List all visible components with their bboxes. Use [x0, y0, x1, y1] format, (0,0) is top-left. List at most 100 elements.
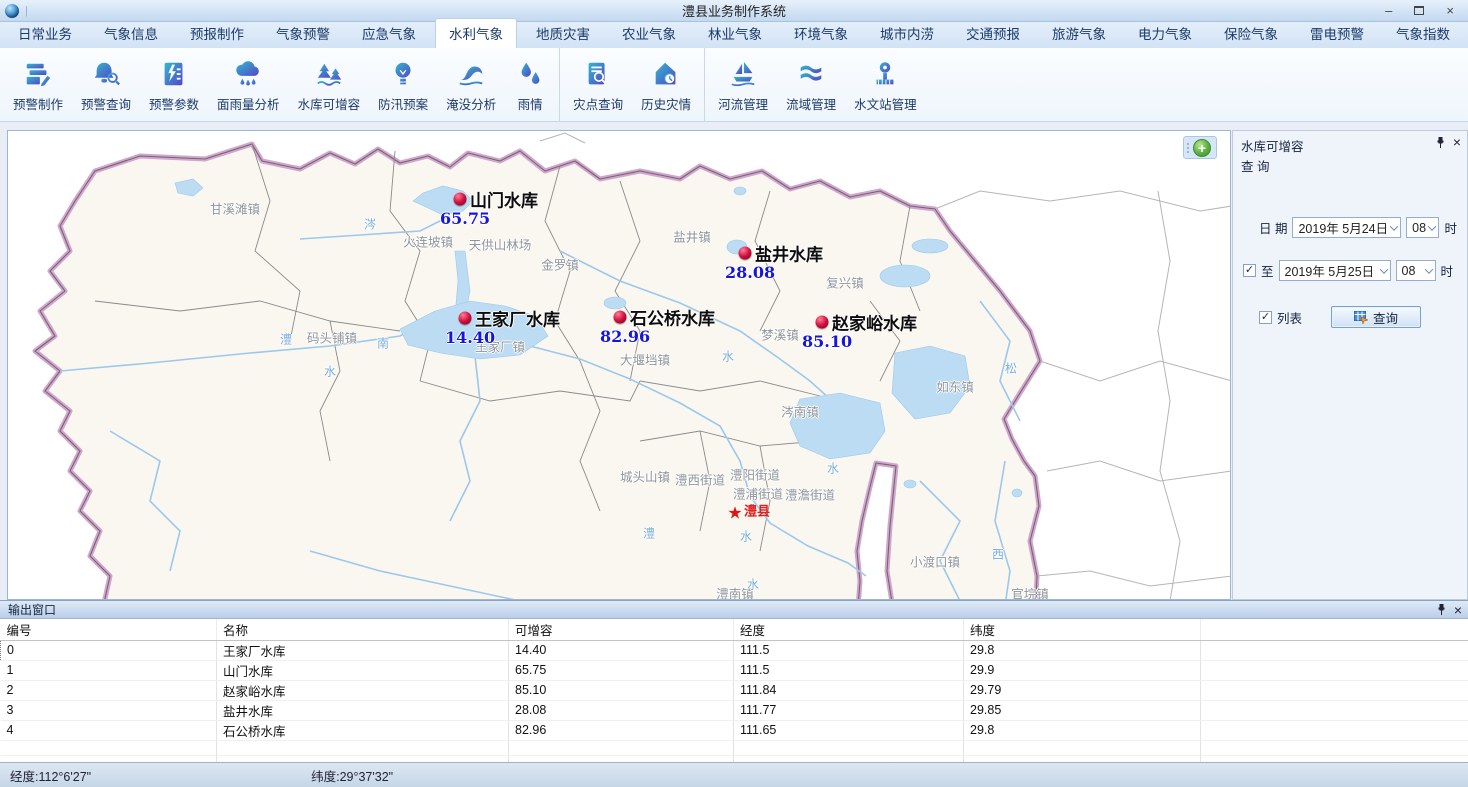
date-from-select[interactable]: 2019年 5月24日: [1292, 217, 1401, 238]
county-label: 澧县: [744, 501, 770, 520]
reservoir-name-盐井水库: 盐井水库: [755, 241, 823, 266]
reservoir-marker-王家厂水库[interactable]: [459, 312, 472, 325]
river-label: 水: [747, 576, 759, 593]
town-label-大堰垱镇: 大堰垱镇: [620, 350, 670, 369]
menu-tab-交通预报[interactable]: 交通预报: [953, 19, 1033, 48]
restore-button[interactable]: [1414, 6, 1424, 15]
table-row[interactable]: 1山门水库65.75111.529.9: [1, 660, 1468, 680]
menu-tab-水利气象[interactable]: 水利气象: [435, 18, 517, 48]
reservoir-name-山门水库: 山门水库: [470, 187, 538, 212]
flood-plan-button[interactable]: 防汛预案: [369, 48, 437, 121]
menu-tab-林业气象[interactable]: 林业气象: [695, 19, 775, 48]
menu-tab-旅游气象[interactable]: 旅游气象: [1039, 19, 1119, 48]
warning-query-button[interactable]: 预警查询: [72, 48, 140, 121]
hour-to-select[interactable]: 08: [1396, 260, 1436, 281]
result-table[interactable]: 编号名称可增容经度纬度 0王家厂水库14.40111.529.81山门水库65.…: [0, 619, 1468, 771]
list-checkbox[interactable]: ✓: [1259, 311, 1272, 324]
column-header-纬度: 纬度: [964, 619, 1201, 640]
table-row[interactable]: 2赵家峪水库85.10111.8429.79: [1, 680, 1468, 700]
rain-info-button[interactable]: 雨情: [505, 48, 555, 121]
disaster-point-query-button[interactable]: 灾点查询: [564, 48, 632, 121]
town-label-澧阳街道: 澧阳街道: [730, 465, 780, 484]
table-row[interactable]: 3盐井水库28.08111.7729.85: [1, 700, 1468, 720]
panel-close-icon[interactable]: ×: [1453, 136, 1461, 148]
query-button[interactable]: 查询: [1331, 306, 1421, 328]
reservoir-marker-石公桥水库[interactable]: [614, 311, 627, 324]
town-label-火连坡镇: 火连坡镇: [403, 232, 453, 251]
table-cell: [1201, 680, 1468, 700]
reservoir-value-赵家峪水库: 85.10: [802, 332, 852, 351]
town-label-盐井镇: 盐井镇: [673, 227, 711, 246]
to-checkbox[interactable]: ✓: [1243, 264, 1256, 277]
reservoir-capacity-button[interactable]: 水库可增容: [289, 48, 370, 121]
hour-from-select[interactable]: 08: [1406, 217, 1439, 238]
menu-tab-气象预警[interactable]: 气象预警: [263, 19, 343, 48]
table-cell: 85.10: [509, 680, 734, 700]
pin-icon[interactable]: [1437, 604, 1446, 615]
status-longitude: 经度:112°6'27": [10, 766, 91, 785]
status-bar: 经度:112°6'27" 纬度:29°37'32": [0, 762, 1468, 787]
area-rain-analysis-button[interactable]: 面雨量分析: [208, 48, 289, 121]
close-button[interactable]: ×: [1446, 4, 1454, 17]
menu-tab-农业气象[interactable]: 农业气象: [609, 19, 689, 48]
table-cell: 29.8: [964, 640, 1201, 660]
flood-plan-icon: [387, 58, 419, 90]
river-label: 松: [1005, 360, 1017, 377]
hydrostation-management-icon: [869, 58, 901, 90]
table-row[interactable]: 4石公桥水库82.96111.6529.8: [1, 720, 1468, 740]
table-cell: [734, 740, 964, 755]
river-label: 水: [827, 460, 839, 477]
menu-tab-日常业务[interactable]: 日常业务: [5, 19, 85, 48]
minimize-button[interactable]: –: [1385, 4, 1392, 17]
menu-tab-气象信息[interactable]: 气象信息: [91, 19, 171, 48]
table-cell: 山门水库: [217, 660, 509, 680]
reservoir-name-石公桥水库: 石公桥水库: [630, 305, 715, 330]
toolbar-label: 水库可增容: [298, 94, 361, 113]
table-cell: 111.5: [734, 640, 964, 660]
disaster-history-button[interactable]: 历史灾情: [632, 48, 700, 121]
reservoir-name-赵家峪水库: 赵家峪水库: [832, 310, 917, 335]
toolbar-label: 防汛预案: [378, 94, 428, 113]
menu-tab-应急气象[interactable]: 应急气象: [349, 19, 429, 48]
menu-tab-电力气象[interactable]: 电力气象: [1125, 19, 1205, 48]
river-label: 南: [377, 335, 389, 352]
area-rain-analysis-icon: [232, 58, 264, 90]
reservoir-marker-赵家峪水库[interactable]: [816, 316, 829, 329]
menu-tab-环境气象[interactable]: 环境气象: [781, 19, 861, 48]
query-button-icon: [1354, 311, 1368, 324]
app-window: | 澧县业务制作系统 – × 日常业务气象信息预报制作气象预警应急气象水利气象地…: [0, 0, 1468, 787]
date-label: 日 期: [1259, 218, 1287, 237]
river-management-button[interactable]: 河流管理: [709, 48, 777, 121]
map-zoom-control[interactable]: +: [1183, 136, 1217, 159]
zoom-in-icon[interactable]: +: [1193, 139, 1211, 157]
date-to-select[interactable]: 2019年 5月25日: [1279, 260, 1391, 281]
map-canvas[interactable]: 甘溪滩镇火连坡镇天供山林场金罗镇盐井镇复兴镇码头铺镇王家厂镇大堰垱镇梦溪镇涔南镇…: [7, 130, 1231, 600]
output-close-icon[interactable]: ×: [1454, 604, 1462, 616]
table-row[interactable]: 0王家厂水库14.40111.529.8: [1, 640, 1468, 660]
make-warning-button[interactable]: 预警制作: [4, 48, 72, 121]
menu-tab-保险气象[interactable]: 保险气象: [1211, 19, 1291, 48]
menu-tab-预报制作[interactable]: 预报制作: [177, 19, 257, 48]
chevron-down-icon: [1428, 222, 1436, 230]
menu-tab-雷电预警[interactable]: 雷电预警: [1297, 19, 1377, 48]
warning-params-button[interactable]: 预警参数: [140, 48, 208, 121]
menu-tab-城市内涝[interactable]: 城市内涝: [867, 19, 947, 48]
menu-tab-地质灾害[interactable]: 地质灾害: [523, 19, 603, 48]
pin-icon[interactable]: [1436, 137, 1445, 148]
to-label: 至: [1261, 261, 1274, 280]
table-cell: [1, 740, 217, 755]
reservoir-marker-盐井水库[interactable]: [739, 247, 752, 260]
toolbar-group: 灾点查询历史灾情: [559, 48, 704, 121]
make-warning-icon: [22, 58, 54, 90]
table-cell: 0: [1, 640, 217, 660]
toolbar-label: 预警制作: [13, 94, 63, 113]
menu-tab-气象指数[interactable]: 气象指数: [1383, 19, 1463, 48]
hydrostation-management-button[interactable]: 水文站管理: [845, 48, 926, 121]
toolbar-label: 历史灾情: [641, 94, 691, 113]
town-label-甘溪滩镇: 甘溪滩镇: [210, 199, 260, 218]
menu-bar: 日常业务气象信息预报制作气象预警应急气象水利气象地质灾害农业气象林业气象环境气象…: [0, 22, 1468, 48]
reservoir-marker-山门水库[interactable]: [454, 193, 467, 206]
inundation-analysis-button[interactable]: 淹没分析: [437, 48, 505, 121]
basin-management-button[interactable]: 流域管理: [777, 48, 845, 121]
table-cell: [1201, 640, 1468, 660]
